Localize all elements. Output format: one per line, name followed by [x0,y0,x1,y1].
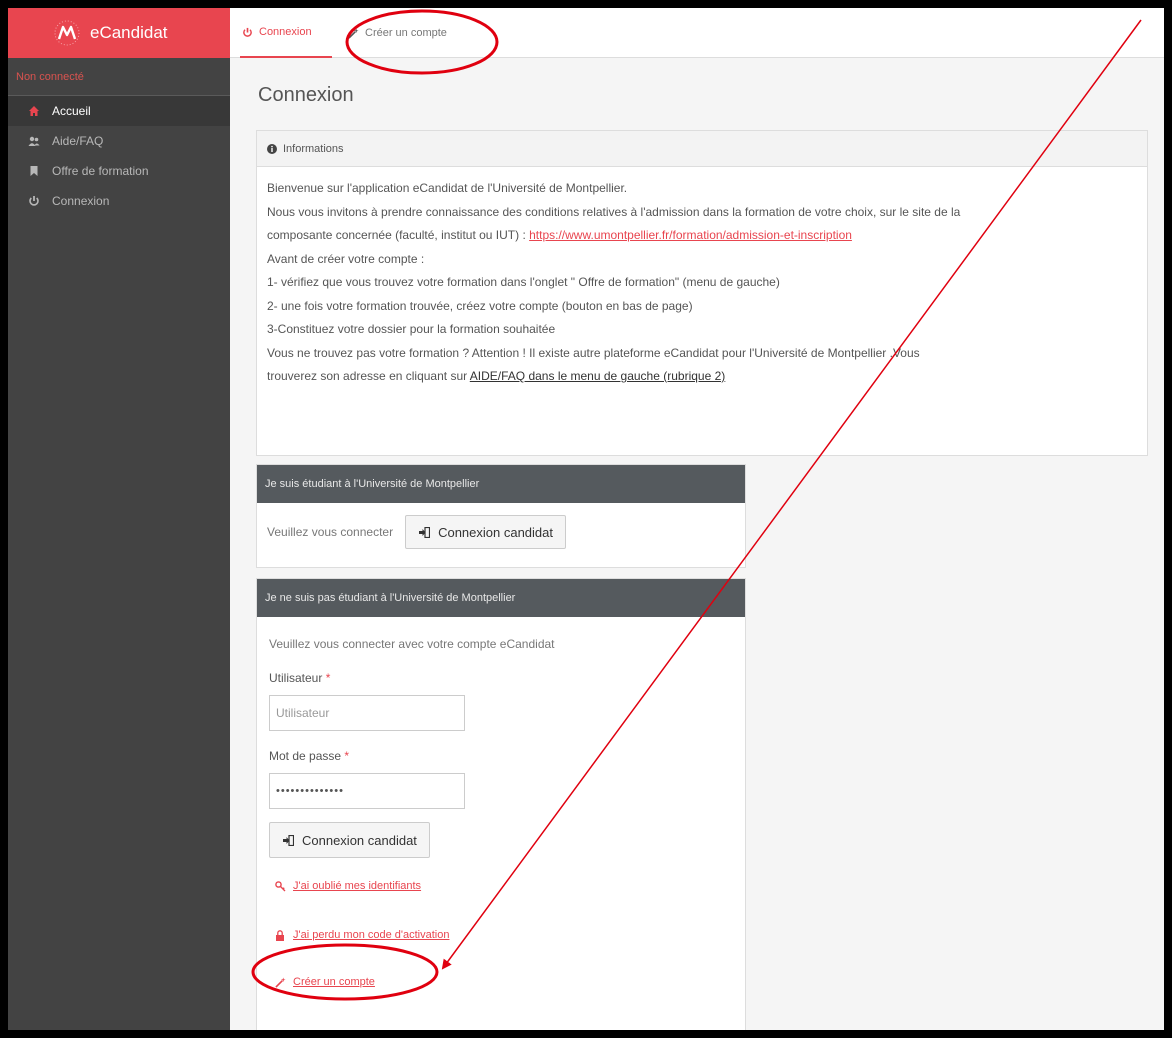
sidebar: eCandidat Non connecté Accueil Aide/FAQ … [8,8,230,1030]
information-panel: Informations Bienvenue sur l'application… [256,130,1148,456]
password-input[interactable]: •••••••••••••• [269,773,465,809]
sign-in-icon [282,834,294,846]
create-account-link[interactable]: Créer un compte [275,976,375,988]
page-title: Connexion [258,84,354,106]
app-title: eCandidat [90,23,168,42]
info-line: 1- vérifiez que vous trouvez votre forma… [267,275,780,289]
button-label: Connexion candidat [302,832,417,848]
key-icon [275,880,286,892]
lost-activation-code-link[interactable]: J'ai perdu mon code d'activation [276,929,450,941]
external-login-button[interactable]: Connexion candidat [269,822,430,858]
lock-icon [275,929,285,941]
brand-header[interactable]: eCandidat [8,8,230,58]
student-login-panel: Je suis étudiant à l'Université de Montp… [256,464,746,568]
link-label: Créer un compte [293,976,375,988]
external-panel-header: Je ne suis pas étudiant à l'Université d… [257,579,745,617]
sidebar-item-connexion[interactable]: Connexion [8,186,230,216]
university-logo-icon [54,20,80,46]
link-label: J'ai perdu mon code d'activation [293,929,450,941]
sidebar-item-label: Connexion [52,194,110,208]
info-line: Vous ne trouvez pas votre formation ? At… [267,345,920,360]
top-tab-bar: Connexion Créer un compte [230,8,1164,58]
sidebar-item-offre-formation[interactable]: Offre de formation [8,156,230,186]
info-circle-icon [267,143,277,154]
password-label-text: Mot de passe [269,749,342,763]
tab-label: Créer un compte [365,27,447,39]
connection-status: Non connecté [8,58,230,96]
external-login-panel: Je ne suis pas étudiant à l'Université d… [256,578,746,1030]
username-label-text: Utilisateur [269,671,323,685]
home-icon [28,105,40,117]
info-line: trouverez son adresse en cliquant sur AI… [267,365,1137,389]
info-line: Avant de créer votre compte : [267,251,425,266]
student-login-row: Veuillez vous connecter Connexion candid… [257,503,745,561]
tab-connexion[interactable]: Connexion [240,8,332,58]
users-icon [28,135,40,147]
student-panel-header: Je suis étudiant à l'Université de Montp… [257,465,745,503]
power-icon [242,27,253,38]
password-label: Mot de passe * [269,749,349,763]
required-mark: * [344,749,350,763]
browser-viewport: eCandidat Non connecté Accueil Aide/FAQ … [8,8,1164,1030]
information-panel-header: Informations [257,131,1147,167]
username-input[interactable]: Utilisateur [269,695,465,731]
sidebar-item-accueil[interactable]: Accueil [8,96,230,126]
bookmark-icon [28,165,40,177]
student-login-button[interactable]: Connexion candidat [405,515,566,549]
aide-faq-link[interactable]: AIDE/FAQ dans le menu de gauche (rubriqu… [470,369,725,383]
information-text: Bienvenue sur l'application eCandidat de… [257,167,1147,399]
main-content: Connexion Informations Bienvenue sur l'a… [230,58,1164,1030]
info-line: Nous vous invitons à prendre connaissanc… [267,204,961,219]
info-line: 3-Constituez votre dossier pour la forma… [267,322,556,336]
link-label: J'ai oublié mes identifiants [293,880,422,892]
information-heading: Informations [283,142,344,155]
sidebar-item-label: Accueil [52,104,91,118]
info-line: Bienvenue sur l'application eCandidat de… [267,181,628,195]
sidebar-item-aide-faq[interactable]: Aide/FAQ [8,126,230,156]
sidebar-item-label: Aide/FAQ [52,134,104,148]
magic-wand-icon [348,27,359,39]
magic-wand-icon [275,976,286,988]
info-line-text: trouverez son adresse en cliquant sur [267,369,470,383]
tab-creer-un-compte[interactable]: Créer un compte [348,8,498,58]
student-login-prompt: Veuillez vous connecter [267,525,394,539]
admission-link[interactable]: https://www.umontpellier.fr/formation/ad… [529,228,852,242]
forgot-credentials-link[interactable]: J'ai oublié mes identifiants [275,880,422,892]
info-line: 2- une fois votre formation trouvée, cré… [267,298,693,313]
tab-label: Connexion [259,26,312,38]
power-icon [28,195,40,207]
external-login-intro: Veuillez vous connecter avec votre compt… [269,637,555,651]
button-label: Connexion candidat [438,524,553,540]
sign-in-icon [418,526,431,538]
sidebar-item-label: Offre de formation [52,164,149,178]
info-line: composante concernée (faculté, institut … [267,224,1137,248]
username-label: Utilisateur * [269,671,330,685]
info-line-text: composante concernée (faculté, institut … [267,228,530,242]
required-mark: * [325,671,331,685]
